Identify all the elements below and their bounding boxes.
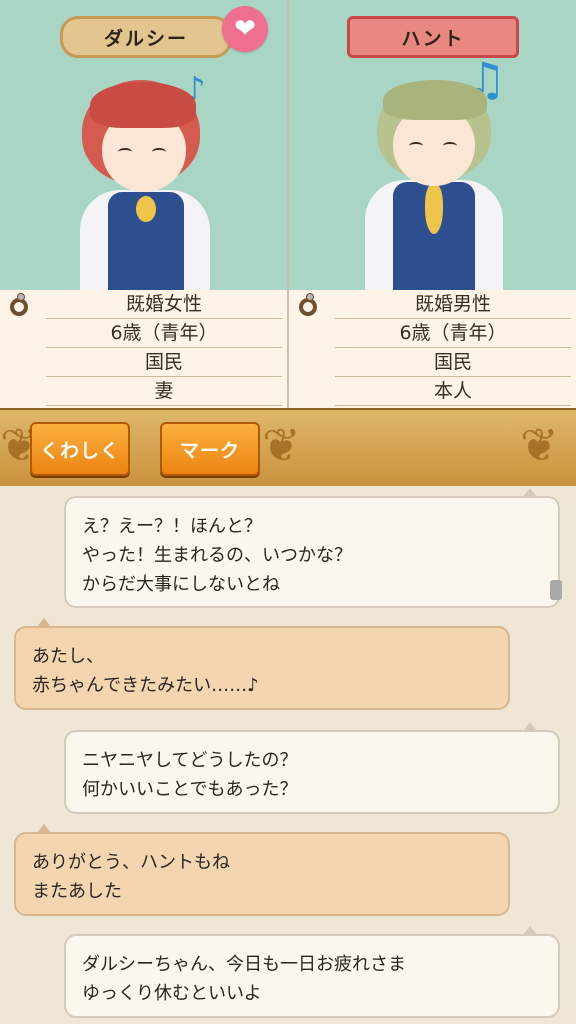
marital-status: 既婚男性 [335,290,571,319]
heart-icon[interactable]: ❤ [222,6,268,52]
age-label: 6歳（青年） [335,319,571,348]
scroll-handle[interactable] [550,580,562,600]
message-bubble-left: あたし、 赤ちゃんできたみたい……♪ [14,618,510,710]
message-bubble-right: え？えー？！ほんと？ やった！生まれるの、いつかな？ からだ大事にしないとね [64,488,560,608]
message-bubble-left: ありがとう、ハントもね またあした [14,824,510,916]
action-bar: ❦ ❦ ❦ くわしく マーク [0,408,576,488]
citizenship-label: 国民 [335,348,571,377]
ring-icon [10,293,28,316]
character-portrait-left [60,80,230,290]
character-panel-left: ダルシー ❤ ♪ [0,0,287,290]
relation-label: 本人 [335,377,571,406]
character-panel-right: ハント ♫ [289,0,576,290]
ornament-icon: ❦ [262,418,301,472]
profile-info-left: 既婚女性 6歳（青年） 国民 妻 [0,290,287,408]
age-label: 6歳（青年） [46,319,282,348]
citizenship-label: 国民 [46,348,282,377]
message-bubble-right: ダルシーちゃん、今日も一日お疲れさま ゆっくり休むといいよ [64,926,560,1018]
ring-icon [299,293,317,316]
profile-info-right: 既婚男性 6歳（青年） 国民 本人 [289,290,576,408]
message-bubble-right: ニヤニヤしてどうしたの？ 何かいいことでもあった？ [64,722,560,814]
character-portrait-right [349,80,519,290]
mark-button[interactable]: マーク [160,422,260,476]
relation-label: 妻 [46,377,282,406]
ornament-icon: ❦ [520,418,559,472]
detail-button[interactable]: くわしく [30,422,130,476]
chat-log[interactable]: え？えー？！ほんと？ やった！生まれるの、いつかな？ からだ大事にしないとね あ… [0,486,576,1024]
character-name-left: ダルシー [60,16,232,58]
marital-status: 既婚女性 [46,290,282,319]
